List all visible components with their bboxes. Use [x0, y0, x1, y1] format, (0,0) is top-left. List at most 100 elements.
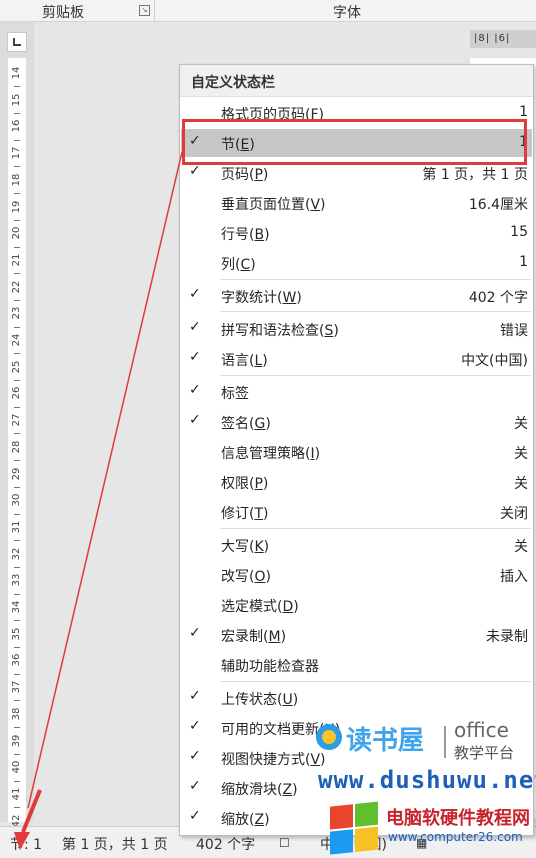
menu-item[interactable]: 信息管理策略(I) 关 — [181, 438, 532, 466]
menu-item[interactable]: ✓ 缩放(Z) — [181, 804, 532, 832]
menu-item-label: 拼写和语法检查(S) — [221, 323, 339, 339]
ruler-number: 19 — [11, 200, 22, 213]
ruler-number: 39 — [11, 734, 22, 747]
status-word-count[interactable]: 402 个字 — [196, 834, 255, 854]
ruler-tick — [14, 753, 20, 755]
ruler-tick — [14, 86, 20, 88]
menu-item-label: 缩放滑块(Z) — [221, 782, 298, 798]
menu-item[interactable]: ✓ 上传状态(U) — [181, 684, 532, 712]
ruler-number: 23 — [11, 306, 22, 320]
ribbon-separator — [154, 0, 155, 22]
ruler-tick — [14, 700, 20, 702]
menu-item-value: 关 — [514, 476, 528, 492]
menu-item-value: 1 — [519, 254, 528, 270]
menu-item-label: 页码(P) — [221, 167, 269, 183]
menu-item-value: 关闭 — [500, 506, 528, 522]
menu-item[interactable]: 行号(B) 15 — [181, 219, 532, 247]
ruler-tick — [14, 513, 20, 515]
menu-item-value: 第 1 页，共 1 页 — [422, 167, 528, 183]
menu-item[interactable]: 垂直页面位置(V) 16.4厘米 — [181, 189, 532, 217]
ruler-number: 20 — [11, 226, 22, 240]
ruler-tick — [14, 566, 20, 568]
checkmark-icon: ✓ — [189, 349, 201, 365]
menu-item-label: 修订(T) — [221, 506, 269, 522]
ruler-number: 41 — [11, 787, 22, 801]
ruler-tick — [14, 433, 20, 435]
ruler-tick — [14, 486, 20, 488]
ruler-number: 29 — [11, 467, 22, 480]
menu-item-label: 选定模式(D) — [221, 599, 299, 615]
menu-separator — [220, 681, 531, 682]
ruler-tick — [14, 299, 20, 301]
clipboard-dialog-launcher-icon[interactable]: ↘ — [139, 5, 150, 16]
status-section[interactable]: 节: 1 — [10, 834, 42, 854]
ruler-tick — [14, 166, 20, 168]
vertical-ruler[interactable]: 14 15 16 17 18 19 20 21 22 23 24 25 26 27 28 29 30 31 32 33… — [0, 22, 34, 835]
menu-item-value: 1 — [519, 104, 528, 120]
menu-item[interactable]: 辅助功能检查器 — [181, 651, 532, 679]
ruler-number: 30 — [11, 493, 22, 507]
menu-item-label: 签名(G) — [221, 416, 271, 432]
ruler-tick — [14, 406, 20, 408]
macro-record-icon[interactable]: ▦ — [416, 836, 427, 850]
menu-item[interactable]: ✓ 签名(G) 关 — [181, 408, 532, 436]
checkmark-icon: ✓ — [189, 748, 201, 764]
menu-item[interactable]: ✓ 字数统计(W) 402 个字 — [181, 282, 532, 310]
ruler-number: 18 — [11, 173, 22, 187]
menu-item-value: 15 — [510, 224, 528, 240]
menu-item-label: 辅助功能检查器 — [221, 659, 319, 675]
proofing-icon[interactable]: ☐ — [279, 836, 290, 850]
menu-item-label: 缩放(Z) — [221, 812, 270, 828]
status-page-number[interactable]: 第 1 页，共 1 页 — [62, 834, 168, 854]
menu-item-label: 语言(L) — [221, 353, 268, 369]
menu-item-label: 宏录制(M) — [221, 629, 287, 645]
ruler-number: 35 — [11, 627, 22, 641]
menu-item[interactable]: 权限(P) 关 — [181, 468, 532, 496]
menu-item-label: 改写(O) — [221, 569, 271, 585]
font-group-label: 字体 — [333, 5, 361, 21]
status-language[interactable]: 中文(中国) — [320, 834, 387, 854]
ruler-tick — [14, 380, 20, 382]
menu-separator — [220, 311, 531, 312]
ruler-number: 14 — [11, 66, 22, 80]
menu-item[interactable]: ✓ 宏录制(M) 未录制 — [181, 621, 532, 649]
menu-item[interactable]: 改写(O) 插入 — [181, 561, 532, 589]
checkmark-icon: ✓ — [189, 163, 201, 179]
menu-separator — [220, 279, 531, 280]
menu-item-value: 402 个字 — [468, 290, 528, 306]
menu-item[interactable]: ✓ 拼写和语法检查(S) 错误 — [181, 315, 532, 343]
menu-item-label: 列(C) — [221, 257, 256, 273]
ruler-tick — [14, 620, 20, 622]
menu-item[interactable]: ✓ 缩放滑块(Z) — [181, 774, 532, 802]
checkmark-icon: ✓ — [189, 778, 201, 794]
ruler-tick — [14, 647, 20, 649]
menu-item-value: 未录制 — [486, 629, 528, 645]
menu-item[interactable]: ✓ 可用的文档更新(U) — [181, 714, 532, 742]
menu-item[interactable]: 列(C) 1 — [181, 249, 532, 277]
ruler-number: 40 — [11, 760, 22, 774]
ruler-number: 34 — [11, 600, 22, 614]
tab-selector-icon[interactable] — [7, 32, 27, 52]
menu-item-value: 错误 — [500, 323, 528, 339]
menu-item-value: 关 — [514, 446, 528, 462]
ruler-number: 22 — [11, 280, 22, 293]
checkmark-icon: ✓ — [189, 412, 201, 428]
menu-item[interactable]: 选定模式(D) — [181, 591, 532, 619]
checkmark-icon: ✓ — [189, 625, 201, 641]
ruler-number: 36 — [11, 654, 22, 667]
menu-item-label: 权限(P) — [221, 476, 269, 492]
menu-item-label: 信息管理策略(I) — [221, 446, 321, 462]
menu-item[interactable]: ✓ 标签 — [181, 378, 532, 406]
ruler-tick — [14, 219, 20, 221]
horizontal-ruler[interactable]: |8| |6| — [470, 30, 536, 48]
clipboard-group-label: 剪贴板 — [42, 5, 84, 21]
ruler-tick — [14, 326, 20, 328]
ruler-tick — [14, 727, 20, 729]
menu-item[interactable]: ✓ 视图快捷方式(V) — [181, 744, 532, 772]
menu-item[interactable]: ✓ 语言(L) 中文(中国) — [181, 345, 532, 373]
ruler-tick — [14, 193, 20, 195]
ruler-number: 37 — [11, 680, 22, 694]
menu-item[interactable]: 大写(K) 关 — [181, 531, 532, 559]
menu-item[interactable]: 修订(T) 关闭 — [181, 498, 532, 526]
menu-item-value: 16.4厘米 — [468, 197, 528, 213]
